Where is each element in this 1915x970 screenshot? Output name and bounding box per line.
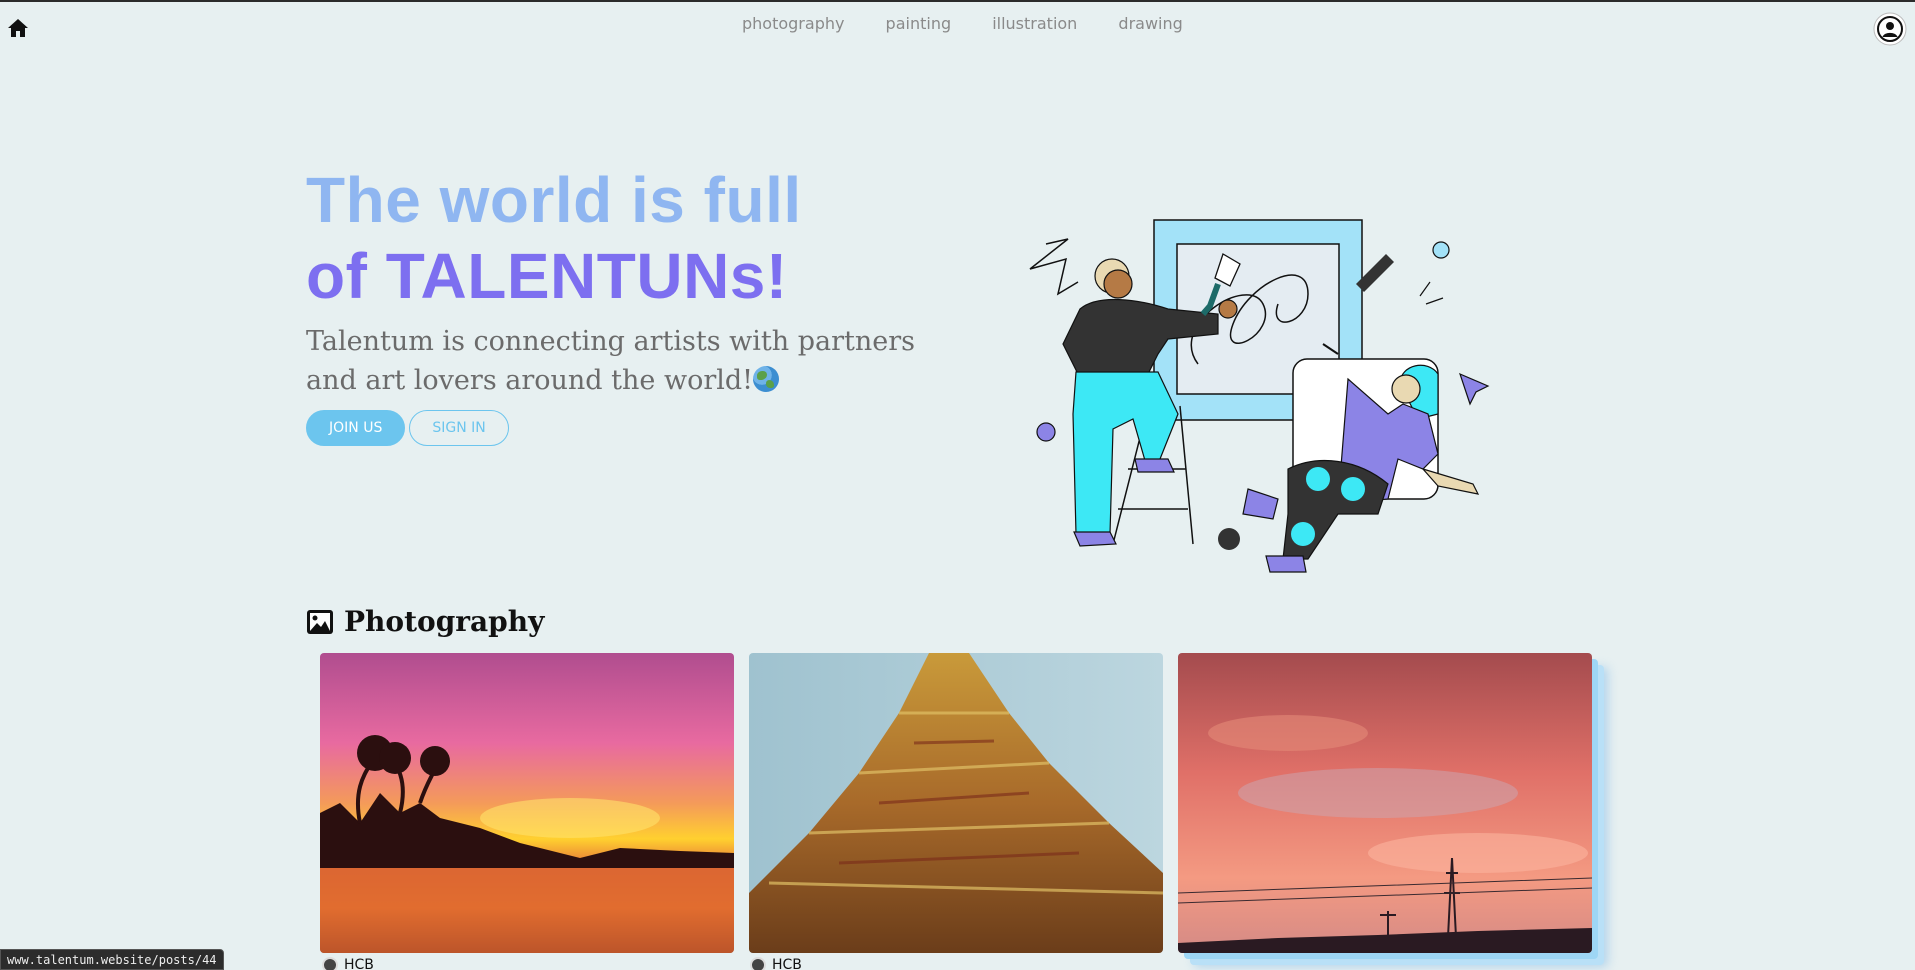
card-author-1[interactable]: HCB <box>322 957 374 970</box>
photo-card-temple[interactable] <box>749 653 1163 953</box>
hero-subtitle-text: Talentum is connecting artists with part… <box>306 326 915 396</box>
hero-buttons: JOIN US SIGN IN <box>306 410 509 446</box>
status-bar-url: www.talentum.website/posts/44 <box>0 949 224 970</box>
photo-sunset-palm-trees <box>320 653 734 953</box>
nav-photography[interactable]: photography <box>742 14 844 33</box>
hero-title-line1: The world is full <box>306 164 802 236</box>
photo-card-sunset[interactable] <box>320 653 734 953</box>
photo-temple-pagoda <box>749 653 1163 953</box>
hero-title: The world is full of TALENTUNs! <box>306 162 802 314</box>
join-us-button[interactable]: JOIN US <box>306 410 406 446</box>
sign-in-button[interactable]: SIGN IN <box>409 410 509 446</box>
photo-grid <box>320 653 1592 953</box>
avatar <box>322 957 338 970</box>
home-icon[interactable] <box>6 16 30 40</box>
nav-drawing[interactable]: drawing <box>1118 14 1182 33</box>
hero-subtitle: Talentum is connecting artists with part… <box>306 322 966 400</box>
nav-illustration[interactable]: illustration <box>992 14 1077 33</box>
avatar <box>750 957 766 970</box>
section-title: Photography <box>344 605 545 638</box>
card-author-2[interactable]: HCB <box>750 957 802 970</box>
artists-painting-illustration <box>1029 219 1490 573</box>
user-circle-icon[interactable] <box>1873 12 1907 46</box>
nav-painting[interactable]: painting <box>886 14 952 33</box>
photo-pink-sky-tower <box>1178 653 1592 953</box>
author-name: HCB <box>772 957 802 970</box>
photo-card-sky[interactable] <box>1178 653 1592 953</box>
author-name: HCB <box>344 957 374 970</box>
image-icon <box>307 609 333 634</box>
globe-icon <box>753 366 780 392</box>
photography-section-header: Photography <box>306 605 544 638</box>
hero-title-line2: of TALENTUNs! <box>306 240 788 312</box>
